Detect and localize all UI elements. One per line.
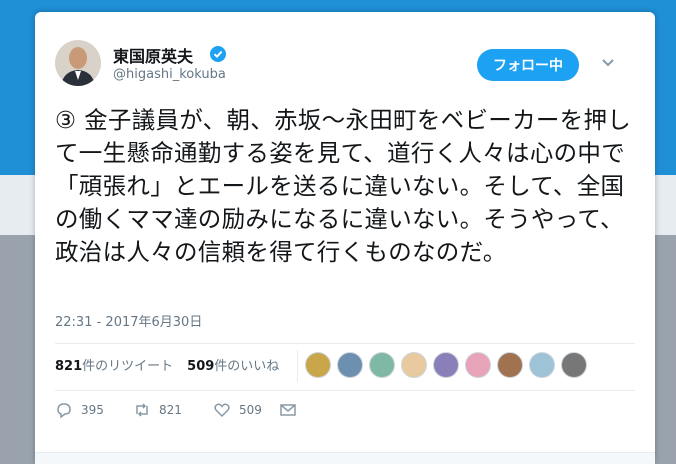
liker-avatar[interactable] xyxy=(305,352,331,378)
tweet-stats: 821件のリツイート 509件のいいね xyxy=(55,355,279,374)
liker-avatars xyxy=(305,352,587,378)
user-handle[interactable]: @higashi_kokuba xyxy=(113,67,226,82)
following-button[interactable]: フォロー中 xyxy=(477,49,579,81)
reply-area[interactable] xyxy=(35,452,655,464)
retweet-count: 821 xyxy=(159,403,182,417)
direct-message-button[interactable] xyxy=(279,401,305,419)
verified-badge-icon xyxy=(210,46,226,62)
liker-avatar[interactable] xyxy=(561,352,587,378)
tweet-actions: 395 821 509 xyxy=(55,401,305,419)
user-display-name[interactable]: 東国原英夫 xyxy=(113,43,193,67)
retweet-stat[interactable]: 821件のリツイート xyxy=(55,355,173,374)
liker-avatar[interactable] xyxy=(497,352,523,378)
reply-icon xyxy=(57,403,71,419)
heart-icon xyxy=(214,403,230,418)
reply-button[interactable]: 395 xyxy=(55,401,133,419)
reply-count: 395 xyxy=(81,403,104,417)
liker-avatar[interactable] xyxy=(369,352,395,378)
like-stat-count: 509 xyxy=(187,359,215,374)
like-button[interactable]: 509 xyxy=(213,401,279,419)
envelope-icon xyxy=(280,404,296,416)
chevron-down-icon[interactable] xyxy=(601,58,615,68)
liker-avatar[interactable] xyxy=(433,352,459,378)
liker-avatar[interactable] xyxy=(401,352,427,378)
user-avatar[interactable] xyxy=(55,40,101,86)
liker-avatar[interactable] xyxy=(337,352,363,378)
liker-avatar[interactable] xyxy=(465,352,491,378)
retweet-button[interactable]: 821 xyxy=(133,401,213,419)
retweet-stat-label: 件のリツイート xyxy=(82,359,174,374)
retweet-stat-count: 821 xyxy=(55,359,83,374)
divider xyxy=(55,343,635,344)
divider xyxy=(55,390,635,391)
like-count: 509 xyxy=(239,403,262,417)
liker-avatar[interactable] xyxy=(529,352,555,378)
tweet-card: 東国原英夫 @higashi_kokuba フォロー中 ③ 金子議員が、朝、赤坂… xyxy=(35,12,655,464)
like-stat-label: 件のいいね xyxy=(214,359,280,374)
stats-separator xyxy=(297,350,298,382)
tweet-timestamp[interactable]: 22:31 - 2017年6月30日 xyxy=(55,311,202,330)
retweet-icon xyxy=(136,403,148,417)
tweet-text: ③ 金子議員が、朝、赤坂〜永田町をベビーカーを押して一生懸命通勤する姿を見て、道… xyxy=(55,106,632,266)
like-stat[interactable]: 509件のいいね xyxy=(187,355,279,374)
